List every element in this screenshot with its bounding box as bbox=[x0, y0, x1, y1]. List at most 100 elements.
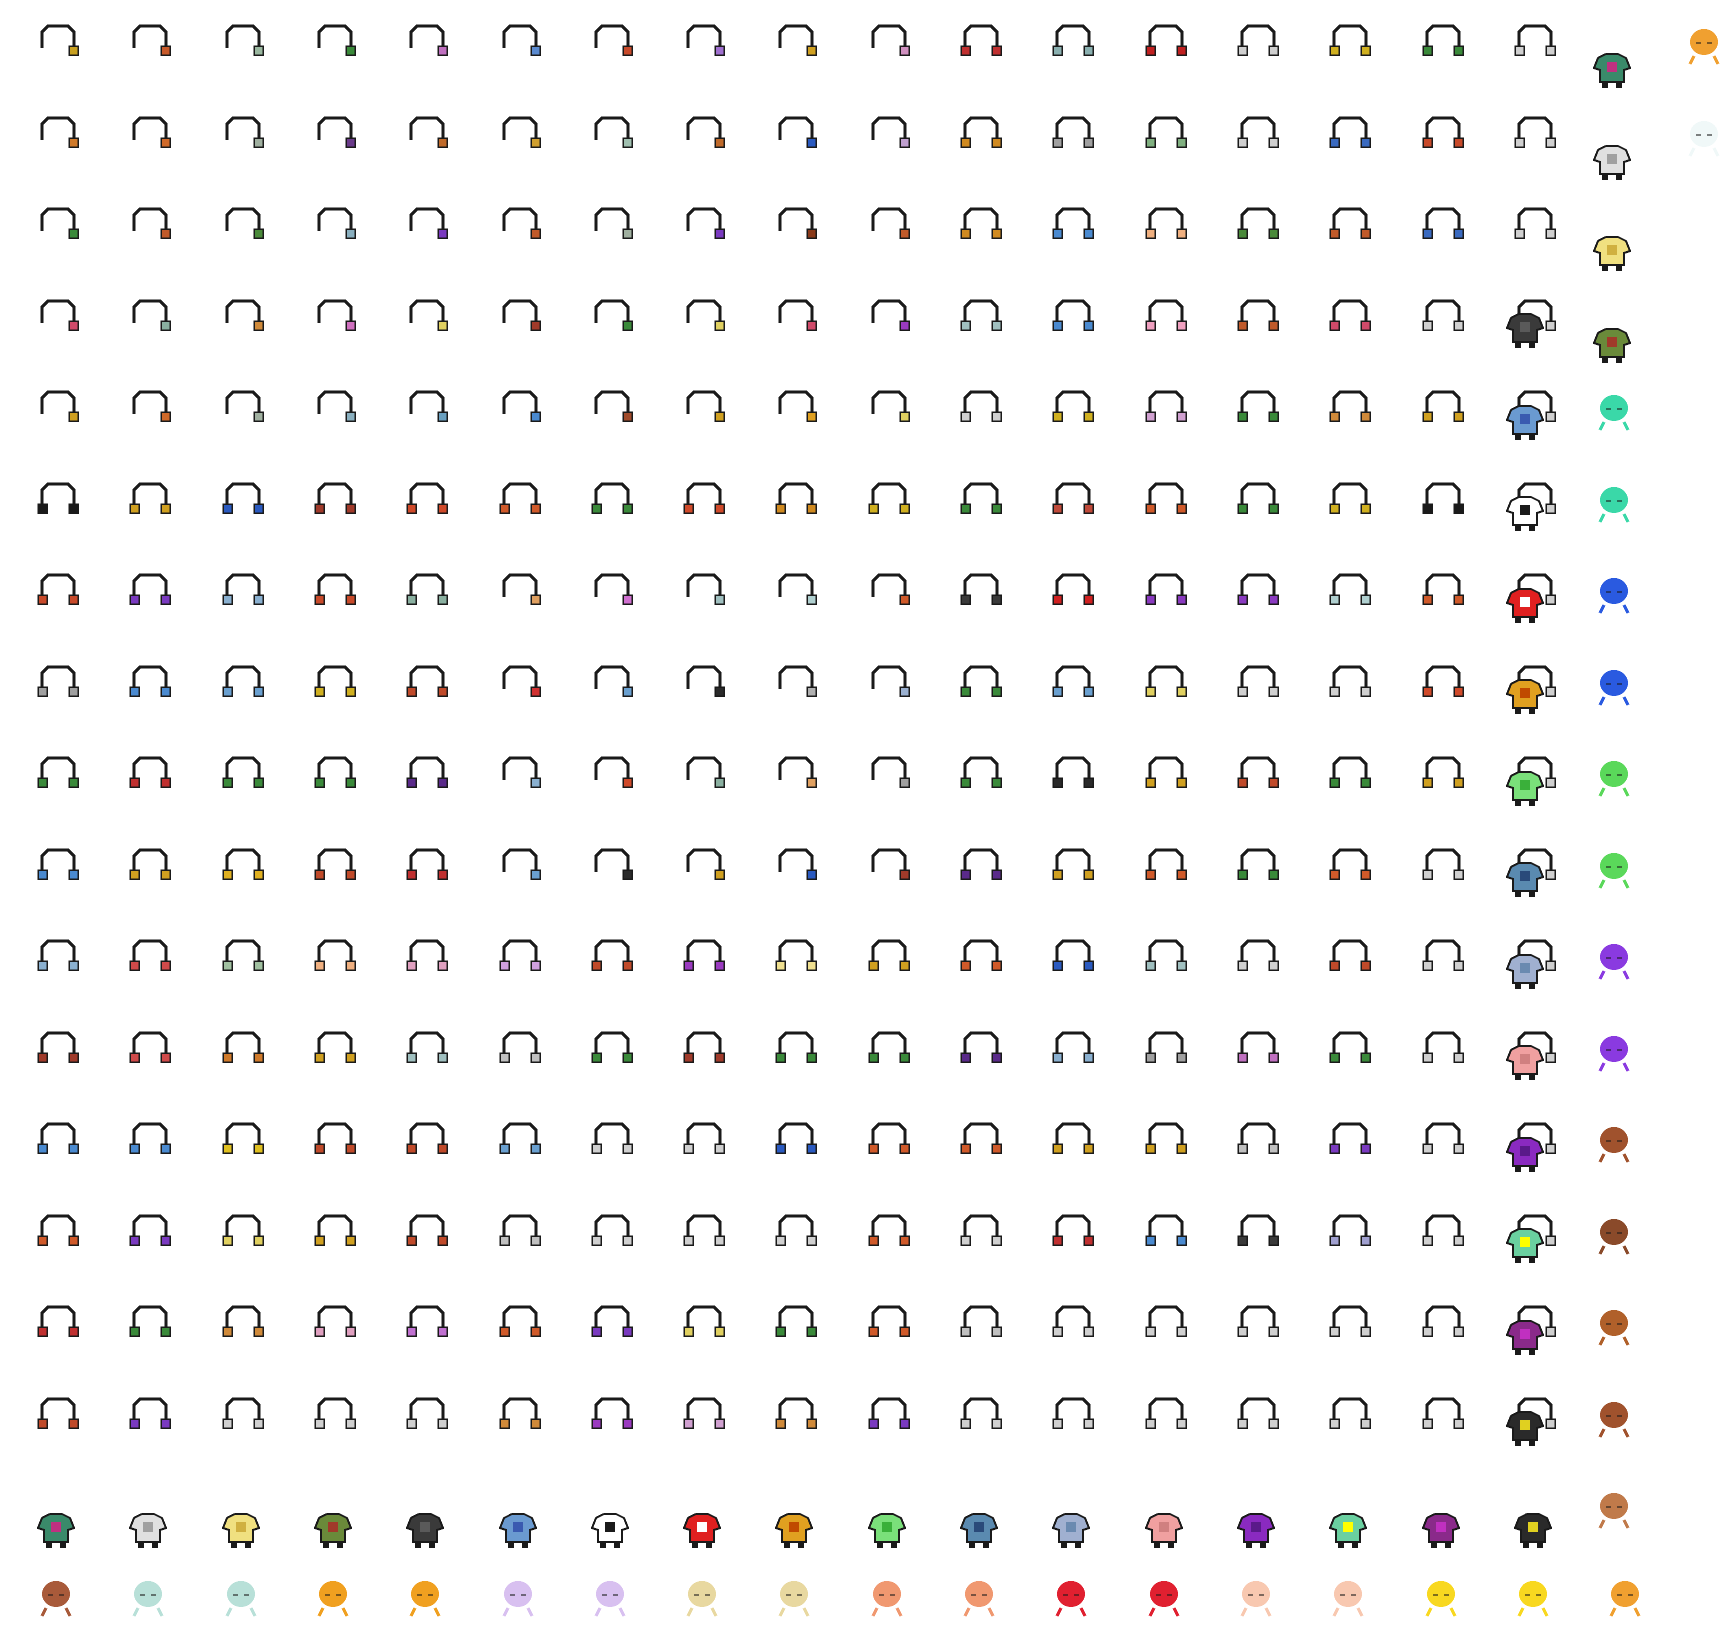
headphone-sprite-r3-c17 bbox=[1513, 205, 1557, 245]
headphone-sprite-r8-c16 bbox=[1421, 663, 1465, 703]
headphone-sprite-r16-c7 bbox=[590, 1395, 634, 1435]
headphone-sprite-r10-c2 bbox=[128, 846, 172, 886]
headphone-sprite-r2-c2 bbox=[128, 114, 172, 154]
headphone-sprite-r11-c14 bbox=[1236, 937, 1280, 977]
headphone-sprite-r9-c16 bbox=[1421, 754, 1465, 794]
headphone-sprite-r11-c13 bbox=[1144, 937, 1188, 977]
headphone-sprite-r13-c10 bbox=[867, 1120, 911, 1160]
body-sprite-right-2 bbox=[1594, 484, 1634, 526]
headphone-sprite-r12-c2 bbox=[128, 1029, 172, 1069]
headphone-sprite-r10-c3 bbox=[221, 846, 265, 886]
headphone-sprite-r4-c5 bbox=[405, 297, 449, 337]
headphone-sprite-r4-c12 bbox=[1051, 297, 1095, 337]
body-sprite-right-5 bbox=[1594, 758, 1634, 800]
headphone-sprite-r8-c5 bbox=[405, 663, 449, 703]
headphone-sprite-r10-c11 bbox=[959, 846, 1003, 886]
body-sprite-bottom-7 bbox=[590, 1578, 630, 1620]
headphone-sprite-r11-c11 bbox=[959, 937, 1003, 977]
headphone-sprite-r1-c6 bbox=[498, 22, 542, 62]
headphone-sprite-r13-c15 bbox=[1328, 1120, 1372, 1160]
headphone-sprite-r15-c10 bbox=[867, 1303, 911, 1343]
headphone-sprite-r12-c13 bbox=[1144, 1029, 1188, 1069]
shirt-sprite-right-1 bbox=[1592, 52, 1632, 90]
headphone-sprite-r6-c8 bbox=[682, 480, 726, 520]
headphone-sprite-r3-c2 bbox=[128, 205, 172, 245]
headphone-sprite-r10-c7 bbox=[590, 846, 634, 886]
headphone-sprite-r6-c12 bbox=[1051, 480, 1095, 520]
shirt-sprite-bottom-7 bbox=[590, 1512, 630, 1550]
headphone-sprite-r2-c15 bbox=[1328, 114, 1372, 154]
headphone-sprite-r2-c9 bbox=[774, 114, 818, 154]
body-sprite-right-11 bbox=[1594, 1307, 1634, 1349]
headphone-sprite-r1-c3 bbox=[221, 22, 265, 62]
headphone-sprite-r7-c1 bbox=[36, 571, 80, 611]
body-sprite-right-7 bbox=[1594, 941, 1634, 983]
headphone-sprite-r10-c13 bbox=[1144, 846, 1188, 886]
headphone-sprite-r14-c15 bbox=[1328, 1212, 1372, 1252]
shirt-sprite-col-7 bbox=[1505, 495, 1545, 533]
headphone-sprite-r16-c8 bbox=[682, 1395, 726, 1435]
shirt-sprite-col-13 bbox=[1505, 1044, 1545, 1082]
headphone-sprite-r3-c1 bbox=[36, 205, 80, 245]
headphone-sprite-r7-c8 bbox=[682, 571, 726, 611]
headphone-sprite-r8-c2 bbox=[128, 663, 172, 703]
headphone-sprite-r8-c11 bbox=[959, 663, 1003, 703]
headphone-sprite-r9-c12 bbox=[1051, 754, 1095, 794]
headphone-sprite-r10-c10 bbox=[867, 846, 911, 886]
headphone-sprite-r12-c4 bbox=[313, 1029, 357, 1069]
headphone-sprite-r14-c13 bbox=[1144, 1212, 1188, 1252]
headphone-sprite-r5-c8 bbox=[682, 388, 726, 428]
shirt-sprite-right-3 bbox=[1592, 235, 1632, 273]
headphone-sprite-r9-c4 bbox=[313, 754, 357, 794]
headphone-sprite-r10-c1 bbox=[36, 846, 80, 886]
headphone-sprite-r4-c9 bbox=[774, 297, 818, 337]
body-sprite-right-13 bbox=[1594, 1490, 1634, 1532]
headphone-sprite-r12-c15 bbox=[1328, 1029, 1372, 1069]
headphone-sprite-r13-c5 bbox=[405, 1120, 449, 1160]
headphone-sprite-r5-c4 bbox=[313, 388, 357, 428]
headphone-sprite-r16-c9 bbox=[774, 1395, 818, 1435]
headphone-sprite-r12-c14 bbox=[1236, 1029, 1280, 1069]
shirt-sprite-col-5 bbox=[1505, 312, 1545, 350]
headphone-sprite-r8-c4 bbox=[313, 663, 357, 703]
headphone-sprite-r2-c1 bbox=[36, 114, 80, 154]
shirt-sprite-col-8 bbox=[1505, 587, 1545, 625]
headphone-sprite-r2-c4 bbox=[313, 114, 357, 154]
headphone-sprite-r1-c11 bbox=[959, 22, 1003, 62]
headphone-sprite-r13-c6 bbox=[498, 1120, 542, 1160]
headphone-sprite-r11-c6 bbox=[498, 937, 542, 977]
headphone-sprite-r6-c15 bbox=[1328, 480, 1372, 520]
headphone-sprite-r3-c8 bbox=[682, 205, 726, 245]
headphone-sprite-r10-c8 bbox=[682, 846, 726, 886]
headphone-sprite-r11-c3 bbox=[221, 937, 265, 977]
headphone-sprite-r13-c4 bbox=[313, 1120, 357, 1160]
headphone-sprite-r10-c14 bbox=[1236, 846, 1280, 886]
headphone-sprite-r7-c3 bbox=[221, 571, 265, 611]
headphone-sprite-r9-c7 bbox=[590, 754, 634, 794]
headphone-sprite-r14-c7 bbox=[590, 1212, 634, 1252]
headphone-sprite-r9-c6 bbox=[498, 754, 542, 794]
headphone-sprite-r15-c2 bbox=[128, 1303, 172, 1343]
body-sprite-right-9 bbox=[1594, 1124, 1634, 1166]
body-sprite-bottom-2 bbox=[128, 1578, 168, 1620]
headphone-sprite-r1-c16 bbox=[1421, 22, 1465, 62]
headphone-sprite-r15-c4 bbox=[313, 1303, 357, 1343]
headphone-sprite-r14-c2 bbox=[128, 1212, 172, 1252]
headphone-sprite-r1-c7 bbox=[590, 22, 634, 62]
headphone-sprite-r15-c16 bbox=[1421, 1303, 1465, 1343]
headphone-sprite-r3-c11 bbox=[959, 205, 1003, 245]
headphone-sprite-r7-c2 bbox=[128, 571, 172, 611]
headphone-sprite-r7-c12 bbox=[1051, 571, 1095, 611]
headphone-sprite-r1-c4 bbox=[313, 22, 357, 62]
headphone-sprite-r5-c1 bbox=[36, 388, 80, 428]
headphone-sprite-r9-c10 bbox=[867, 754, 911, 794]
headphone-sprite-r5-c9 bbox=[774, 388, 818, 428]
headphone-sprite-r16-c16 bbox=[1421, 1395, 1465, 1435]
headphone-sprite-r12-c9 bbox=[774, 1029, 818, 1069]
headphone-sprite-r6-c10 bbox=[867, 480, 911, 520]
headphone-sprite-r13-c1 bbox=[36, 1120, 80, 1160]
headphone-sprite-r3-c15 bbox=[1328, 205, 1372, 245]
headphone-sprite-r9-c9 bbox=[774, 754, 818, 794]
headphone-sprite-r16-c13 bbox=[1144, 1395, 1188, 1435]
headphone-sprite-r14-c5 bbox=[405, 1212, 449, 1252]
